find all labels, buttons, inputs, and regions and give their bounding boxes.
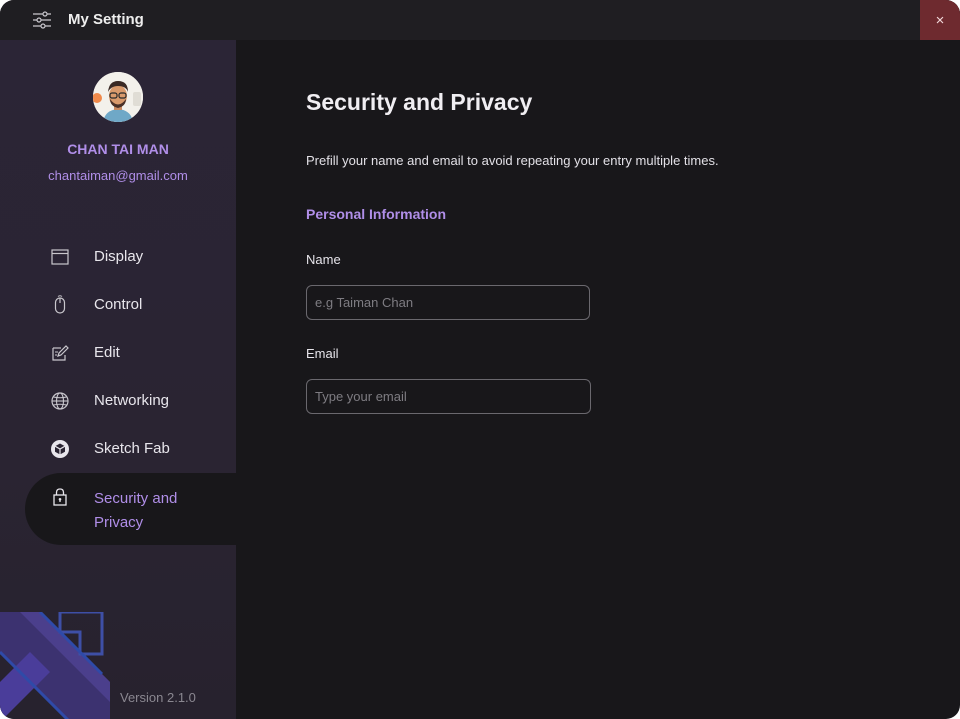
user-email: chantaiman@gmail.com xyxy=(48,168,188,183)
title-bar: My Setting × xyxy=(0,0,960,40)
user-name: CHAN TAI MAN xyxy=(67,141,169,157)
mouse-icon xyxy=(54,295,66,314)
main-content: Security and Privacy Prefill your name a… xyxy=(236,40,960,719)
sidebar-item-label: Control xyxy=(94,296,143,313)
sidebar-item-security[interactable]: Security and Privacy xyxy=(25,473,236,545)
avatar[interactable] xyxy=(93,72,143,122)
sidebar-item-edit[interactable]: Edit xyxy=(0,329,236,377)
name-input[interactable] xyxy=(306,285,590,320)
close-button[interactable]: × xyxy=(920,0,960,40)
page-description: Prefill your name and email to avoid rep… xyxy=(306,153,719,168)
version-label: Version 2.1.0 xyxy=(120,690,196,705)
close-icon: × xyxy=(935,11,945,29)
sidebar-item-label: Display xyxy=(94,248,144,265)
sidebar-item-label: Networking xyxy=(94,392,170,409)
sidebar-item-label: Security and Privacy xyxy=(94,490,178,531)
sidebar-item-sketch-fab[interactable]: Sketch Fab xyxy=(0,425,236,473)
edit-icon xyxy=(52,345,69,361)
sidebar-item-label: Edit xyxy=(94,344,120,361)
settings-window: My Setting × CHAN TAI MAN chantaiman@gma… xyxy=(0,0,960,719)
display-icon xyxy=(51,249,69,265)
sidebar-item-networking[interactable]: Networking xyxy=(0,377,236,425)
section-title-personal-information: Personal Information xyxy=(306,206,447,222)
email-input[interactable] xyxy=(306,379,591,414)
email-label: Email xyxy=(306,346,339,361)
sidebar-item-label: Sketch Fab xyxy=(94,440,170,457)
sliders-icon xyxy=(33,11,51,29)
window-title: My Setting xyxy=(68,11,144,28)
globe-icon xyxy=(51,392,69,410)
avatar-illustration xyxy=(93,72,143,122)
sidebar: CHAN TAI MAN chantaiman@gmail.com Displa… xyxy=(0,40,236,719)
brand-logo-decoration xyxy=(0,612,110,719)
sketchfab-icon xyxy=(51,440,69,458)
lock-icon xyxy=(53,488,67,506)
sidebar-item-control[interactable]: Control xyxy=(0,281,236,329)
sidebar-item-display[interactable]: Display xyxy=(0,233,236,281)
page-title: Security and Privacy xyxy=(306,89,533,115)
name-label: Name xyxy=(306,252,341,267)
